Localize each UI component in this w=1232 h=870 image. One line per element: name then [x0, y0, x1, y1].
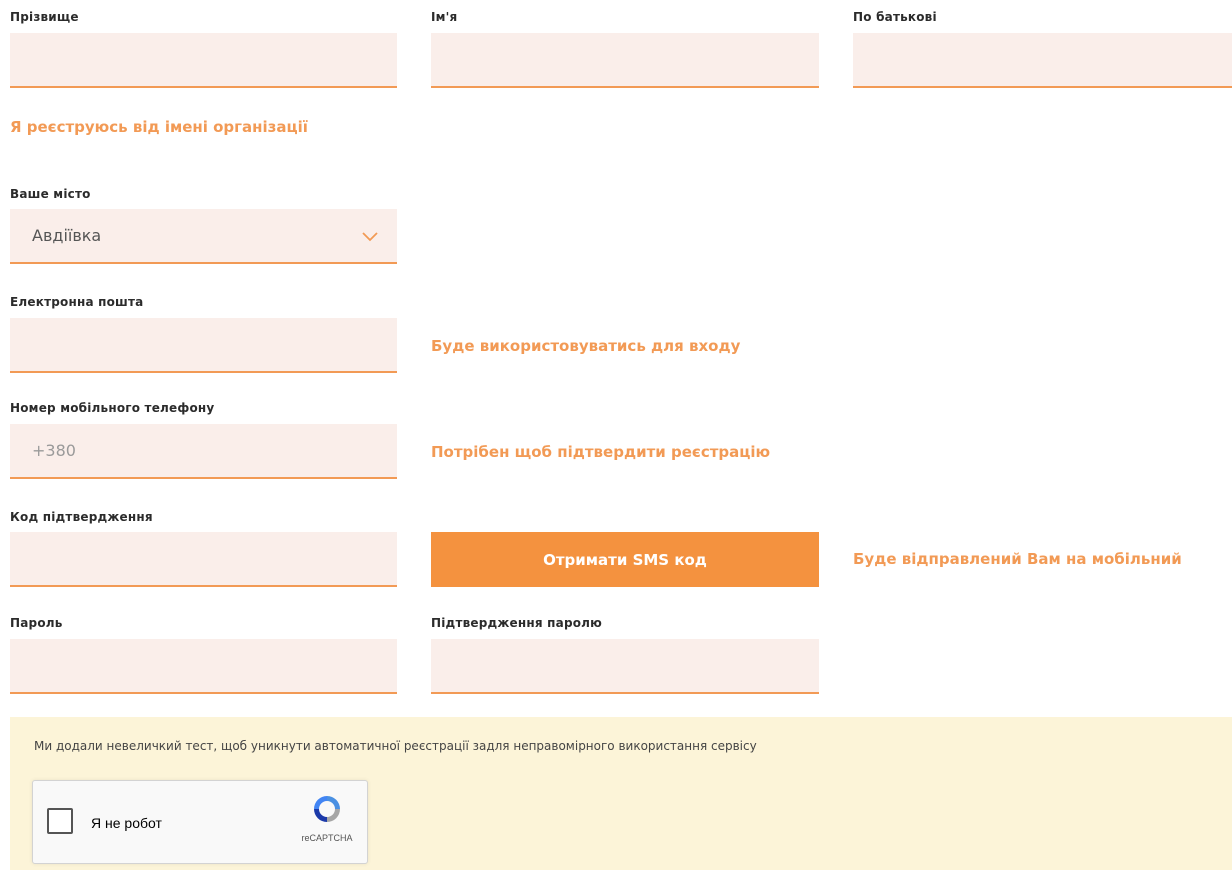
- recaptcha-widget: Я не робот reCAPTCHA: [32, 780, 368, 864]
- city-selected-value: Авдіївка: [32, 226, 102, 245]
- patronymic-input[interactable]: [853, 33, 1232, 88]
- code-hint: Буде відправлений Вам на мобільний: [853, 550, 1182, 568]
- password-confirm-label: Підтвердження паролю: [431, 616, 603, 630]
- name-label: Ім'я: [431, 10, 458, 24]
- phone-hint: Потрібен щоб підтвердити реєстрацію: [431, 443, 771, 461]
- password-confirm-input[interactable]: [431, 639, 819, 694]
- password-label: Пароль: [10, 616, 63, 630]
- patronymic-label: По батькові: [853, 10, 937, 24]
- captcha-section: Ми додали невеличкий тест, щоб уникнути …: [10, 717, 1232, 870]
- phone-input[interactable]: [10, 424, 397, 479]
- surname-input[interactable]: [10, 33, 397, 88]
- city-select[interactable]: Авдіївка: [10, 209, 397, 264]
- email-hint: Буде використовуватись для входу: [431, 337, 741, 355]
- not-robot-label: Я не робот: [91, 815, 162, 831]
- captcha-note: Ми додали невеличкий тест, щоб уникнути …: [34, 739, 757, 753]
- recaptcha-logo: reCAPTCHA: [299, 793, 355, 843]
- chevron-down-icon: [362, 232, 378, 242]
- name-input[interactable]: [431, 33, 819, 88]
- email-input[interactable]: [10, 318, 397, 373]
- code-label: Код підтвердження: [10, 510, 153, 524]
- surname-label: Прізвище: [10, 10, 79, 24]
- email-label: Електронна пошта: [10, 295, 144, 309]
- organization-registration-link[interactable]: Я реєструюсь від імені організації: [10, 118, 308, 136]
- password-input[interactable]: [10, 639, 397, 694]
- city-label: Ваше місто: [10, 187, 91, 201]
- phone-label: Номер мобільного телефону: [10, 401, 215, 415]
- confirmation-code-input[interactable]: [10, 532, 397, 587]
- recaptcha-icon: [314, 796, 340, 822]
- get-sms-code-button[interactable]: Отримати SMS код: [431, 532, 819, 587]
- recaptcha-brand: reCAPTCHA: [301, 833, 353, 843]
- registration-form: Прізвище Ім'я По батькові Я реєструюсь в…: [0, 0, 1232, 870]
- not-robot-checkbox[interactable]: [47, 808, 73, 834]
